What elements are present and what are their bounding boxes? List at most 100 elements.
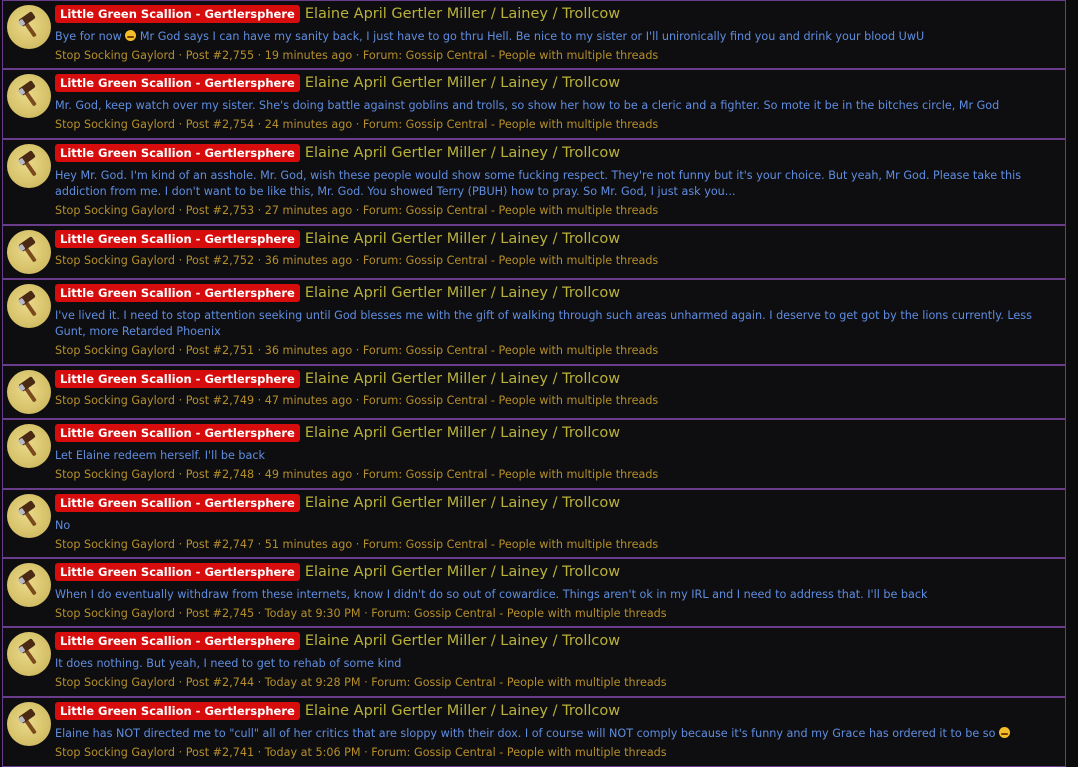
- thread-title-link[interactable]: Elaine April Gertler Miller / Lainey / T…: [305, 74, 620, 92]
- post-snippet[interactable]: Let Elaine redeem herself. I'll be back: [55, 448, 1055, 464]
- author-link[interactable]: Stop Socking Gaylord: [55, 204, 175, 217]
- search-result-item[interactable]: Little Green Scallion - Gertlersphere Ela…: [2, 0, 1066, 69]
- avatar[interactable]: [7, 424, 51, 468]
- post-time: 47 minutes ago: [264, 394, 353, 407]
- post-snippet[interactable]: It does nothing. But yeah, I need to get…: [55, 656, 1055, 672]
- post-snippet[interactable]: Elaine has NOT directed me to "cull" all…: [55, 726, 1055, 742]
- author-link[interactable]: Stop Socking Gaylord: [55, 118, 175, 131]
- thread-prefix-badge[interactable]: Little Green Scallion - Gertlersphere: [55, 424, 300, 442]
- thread-title-link[interactable]: Elaine April Gertler Miller / Lainey / T…: [305, 5, 620, 23]
- post-time: 24 minutes ago: [264, 118, 353, 131]
- post-snippet[interactable]: Bye for now Mr God says I can have my sa…: [55, 29, 1055, 45]
- forum-label: Forum:: [362, 118, 403, 131]
- thread-prefix-badge[interactable]: Little Green Scallion - Gertlersphere: [55, 494, 300, 512]
- author-link[interactable]: Stop Socking Gaylord: [55, 676, 175, 689]
- thread-title-link[interactable]: Elaine April Gertler Miller / Lainey / T…: [305, 370, 620, 388]
- author-link[interactable]: Stop Socking Gaylord: [55, 344, 175, 357]
- avatar[interactable]: [7, 494, 51, 538]
- thread-prefix-badge[interactable]: Little Green Scallion - Gertlersphere: [55, 563, 300, 581]
- author-link[interactable]: Stop Socking Gaylord: [55, 49, 175, 62]
- post-snippet-text: When I do eventually withdraw from these…: [55, 588, 928, 601]
- post-number: Post #2,754: [185, 118, 255, 131]
- author-link[interactable]: Stop Socking Gaylord: [55, 607, 175, 620]
- search-result-item[interactable]: Little Green Scallion - Gertlersphere Ela…: [2, 627, 1066, 697]
- thread-title-link[interactable]: Elaine April Gertler Miller / Lainey / T…: [305, 424, 620, 442]
- avatar[interactable]: [7, 230, 51, 274]
- post-time: 36 minutes ago: [264, 344, 353, 357]
- post-snippet[interactable]: Hey Mr. God. I'm kind of an asshole. Mr.…: [55, 168, 1055, 200]
- forum-link[interactable]: Gossip Central - People with multiple th…: [406, 254, 659, 267]
- post-number: Post #2,741: [185, 746, 255, 759]
- avatar[interactable]: [7, 632, 51, 676]
- post-number: Post #2,755: [185, 49, 255, 62]
- post-snippet[interactable]: No: [55, 518, 1055, 534]
- result-meta: Stop Socking Gaylord · Post #2,754 · 24 …: [55, 118, 659, 131]
- author-link[interactable]: Stop Socking Gaylord: [55, 538, 175, 551]
- post-time: Today at 5:06 PM: [264, 746, 361, 759]
- result-meta: Stop Socking Gaylord · Post #2,741 · Tod…: [55, 746, 667, 759]
- avatar[interactable]: [7, 74, 51, 118]
- author-link[interactable]: Stop Socking Gaylord: [55, 468, 175, 481]
- thread-prefix-badge[interactable]: Little Green Scallion - Gertlersphere: [55, 702, 300, 720]
- search-result-item[interactable]: Little Green Scallion - Gertlersphere Ela…: [2, 365, 1066, 419]
- author-link[interactable]: Stop Socking Gaylord: [55, 746, 175, 759]
- forum-link[interactable]: Gossip Central - People with multiple th…: [406, 118, 659, 131]
- thread-title-link[interactable]: Elaine April Gertler Miller / Lainey / T…: [305, 284, 620, 302]
- forum-link[interactable]: Gossip Central - People with multiple th…: [406, 468, 659, 481]
- search-result-item[interactable]: Little Green Scallion - Gertlersphere Ela…: [2, 419, 1066, 489]
- thread-prefix-badge[interactable]: Little Green Scallion - Gertlersphere: [55, 144, 300, 162]
- search-result-item[interactable]: Little Green Scallion - Gertlersphere Ela…: [2, 225, 1066, 279]
- post-snippet[interactable]: I've lived it. I need to stop attention …: [55, 308, 1055, 340]
- search-result-item[interactable]: Little Green Scallion - Gertlersphere Ela…: [2, 69, 1066, 139]
- thread-title-link[interactable]: Elaine April Gertler Miller / Lainey / T…: [305, 144, 620, 162]
- author-link[interactable]: Stop Socking Gaylord: [55, 394, 175, 407]
- search-result-item[interactable]: Little Green Scallion - Gertlersphere Ela…: [2, 489, 1066, 558]
- thread-prefix-badge[interactable]: Little Green Scallion - Gertlersphere: [55, 230, 300, 248]
- search-result-item[interactable]: Little Green Scallion - Gertlersphere Ela…: [2, 558, 1066, 627]
- avatar[interactable]: [7, 370, 51, 414]
- post-snippet[interactable]: When I do eventually withdraw from these…: [55, 587, 1055, 603]
- thread-title-link[interactable]: Elaine April Gertler Miller / Lainey / T…: [305, 494, 620, 512]
- forum-link[interactable]: Gossip Central - People with multiple th…: [414, 607, 667, 620]
- forum-link[interactable]: Gossip Central - People with multiple th…: [406, 538, 659, 551]
- scrollbar[interactable]: [1070, 0, 1078, 767]
- forum-label: Forum:: [362, 344, 403, 357]
- thread-prefix-badge[interactable]: Little Green Scallion - Gertlersphere: [55, 632, 300, 650]
- avatar[interactable]: [7, 144, 51, 188]
- post-time: Today at 9:28 PM: [264, 676, 361, 689]
- thread-title-link[interactable]: Elaine April Gertler Miller / Lainey / T…: [305, 632, 620, 650]
- forum-link[interactable]: Gossip Central - People with multiple th…: [406, 204, 659, 217]
- search-result-item[interactable]: Little Green Scallion - Gertlersphere Ela…: [2, 697, 1066, 767]
- post-snippet-text: I've lived it. I need to stop attention …: [55, 309, 1032, 338]
- thread-title-link[interactable]: Elaine April Gertler Miller / Lainey / T…: [305, 702, 620, 720]
- search-result-item[interactable]: Little Green Scallion - Gertlersphere Ela…: [2, 279, 1066, 365]
- avatar[interactable]: [7, 702, 51, 746]
- search-result-item[interactable]: Little Green Scallion - Gertlersphere Ela…: [2, 139, 1066, 225]
- forum-link[interactable]: Gossip Central - People with multiple th…: [406, 394, 659, 407]
- avatar[interactable]: [7, 284, 51, 328]
- thread-prefix-badge[interactable]: Little Green Scallion - Gertlersphere: [55, 74, 300, 92]
- post-time: Today at 9:30 PM: [264, 607, 361, 620]
- result-header: Little Green Scallion - Gertlersphere Ela…: [55, 562, 620, 582]
- forum-label: Forum:: [362, 538, 403, 551]
- thread-title-link[interactable]: Elaine April Gertler Miller / Lainey / T…: [305, 230, 620, 248]
- thread-prefix-badge[interactable]: Little Green Scallion - Gertlersphere: [55, 370, 300, 388]
- author-link[interactable]: Stop Socking Gaylord: [55, 254, 175, 267]
- forum-label: Forum:: [371, 746, 411, 759]
- post-snippet-text: Mr. God, keep watch over my sister. She'…: [55, 99, 1000, 112]
- post-time: 36 minutes ago: [264, 254, 353, 267]
- forum-link[interactable]: Gossip Central - People with multiple th…: [406, 49, 659, 62]
- result-meta: Stop Socking Gaylord · Post #2,752 · 36 …: [55, 254, 659, 267]
- forum-link[interactable]: Gossip Central - People with multiple th…: [406, 344, 659, 357]
- thread-prefix-badge[interactable]: Little Green Scallion - Gertlersphere: [55, 5, 300, 23]
- post-snippet[interactable]: Mr. God, keep watch over my sister. She'…: [55, 98, 1055, 114]
- avatar[interactable]: [7, 5, 51, 49]
- thread-prefix-badge[interactable]: Little Green Scallion - Gertlersphere: [55, 284, 300, 302]
- result-meta: Stop Socking Gaylord · Post #2,745 · Tod…: [55, 607, 667, 620]
- avatar[interactable]: [7, 563, 51, 607]
- forum-link[interactable]: Gossip Central - People with multiple th…: [414, 746, 667, 759]
- forum-link[interactable]: Gossip Central - People with multiple th…: [414, 676, 667, 689]
- post-number: Post #2,748: [185, 468, 255, 481]
- forum-label: Forum:: [362, 468, 403, 481]
- thread-title-link[interactable]: Elaine April Gertler Miller / Lainey / T…: [305, 563, 620, 581]
